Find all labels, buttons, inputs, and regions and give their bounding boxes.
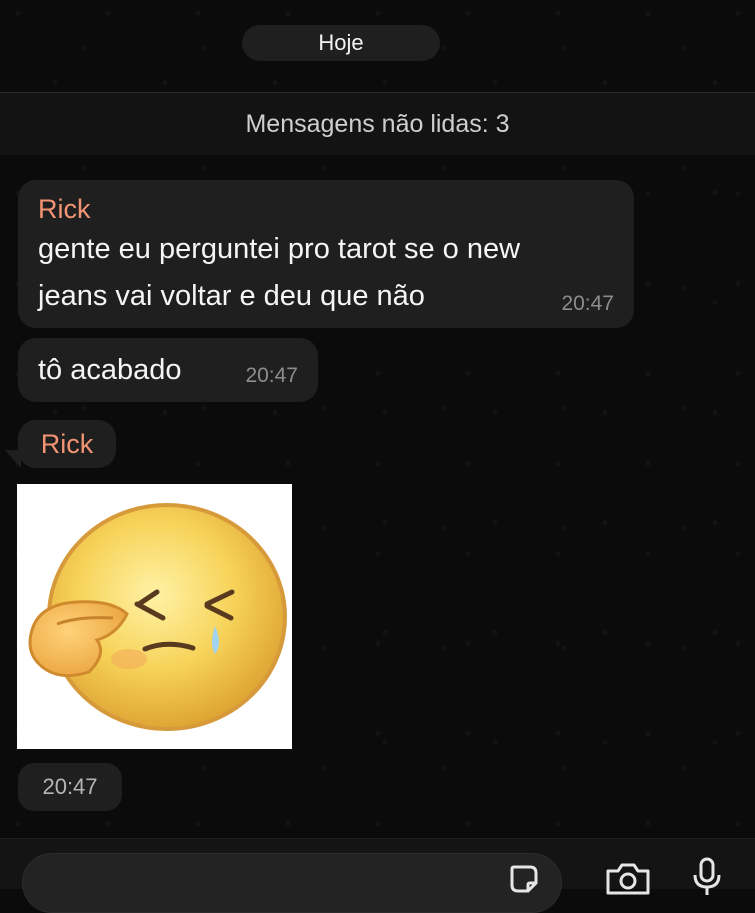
date-separator: Hoje [242, 25, 440, 61]
message-time: 20:47 [561, 292, 614, 315]
unread-label: Mensagens não lidas: 3 [245, 109, 510, 138]
message-time: 20:47 [42, 774, 98, 799]
sticker-sender-pill[interactable]: Rick [18, 420, 116, 468]
message-input-bar [0, 838, 755, 913]
sticker-time: 20:47 [18, 763, 122, 811]
date-label: Hoje [318, 30, 364, 55]
sender-name[interactable]: Rick [41, 427, 94, 461]
crying-emoji-sticker[interactable] [17, 484, 292, 749]
message-bubble[interactable]: tô acabado 20:47 [18, 338, 318, 402]
message-time: 20:47 [245, 364, 298, 387]
sender-name[interactable]: Rick [38, 192, 614, 226]
message-text: tô acabado [38, 353, 182, 386]
camera-icon[interactable] [604, 861, 652, 895]
message-input[interactable] [22, 853, 562, 913]
crying-emoji-icon [28, 503, 287, 731]
message-bubble[interactable]: Rick gente eu perguntei pro tarot se o n… [18, 180, 634, 328]
message-line: jeans vai voltar e deu que não [38, 280, 425, 312]
message-line: gente eu perguntei pro tarot se o new [38, 233, 521, 265]
microphone-icon[interactable] [692, 857, 722, 897]
unread-messages-divider: Mensagens não lidas: 3 [0, 92, 755, 155]
message-text: gente eu perguntei pro tarot se o new je… [38, 226, 614, 320]
sticker-icon[interactable] [508, 863, 540, 895]
